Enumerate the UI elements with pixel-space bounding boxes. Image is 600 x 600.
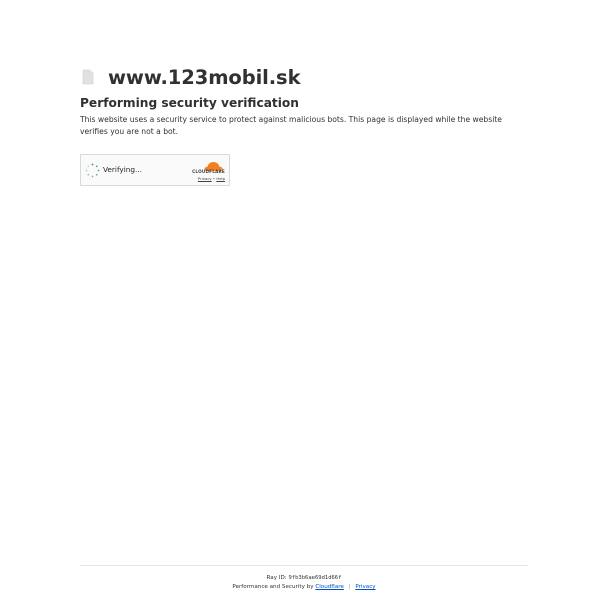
ray-id-label: Ray ID: <box>266 575 287 581</box>
footer-privacy-link[interactable]: Privacy <box>355 584 375 590</box>
page-title: Performing security verification <box>80 96 299 110</box>
site-name: www.123mobil.sk <box>108 65 301 89</box>
performance-line: Performance and Security by Cloudflare |… <box>80 583 528 592</box>
performance-label: Performance and Security by <box>232 584 314 590</box>
cloudflare-link[interactable]: Cloudflare <box>315 584 344 590</box>
footer-divider: | <box>348 584 351 590</box>
challenge-page: www.123mobil.sk Performing security veri… <box>0 0 600 600</box>
widget-link-separator: • <box>212 176 216 181</box>
widget-links: Privacy • Help <box>198 176 225 181</box>
page-description: This website uses a security service to … <box>80 115 502 136</box>
ray-id-line: Ray ID: 9fb3b6ae69d1d66f <box>80 574 528 583</box>
site-header: www.123mobil.sk <box>80 64 528 90</box>
footer: Ray ID: 9fb3b6ae69d1d66f Performance and… <box>80 565 528 592</box>
spinner-icon <box>85 163 100 178</box>
turnstile-widget[interactable]: Verifying... CLOUDFLARE Privacy • Help <box>80 154 230 186</box>
main-content: www.123mobil.sk Performing security veri… <box>80 64 528 186</box>
verification-status: Verifying... <box>103 165 142 174</box>
page-icon <box>80 69 96 85</box>
widget-help-link[interactable]: Help <box>216 176 225 181</box>
cloudflare-wordmark: CLOUDFLARE <box>192 169 225 174</box>
ray-id-value: 9fb3b6ae69d1d66f <box>288 575 342 581</box>
widget-privacy-link[interactable]: Privacy <box>198 176 212 181</box>
